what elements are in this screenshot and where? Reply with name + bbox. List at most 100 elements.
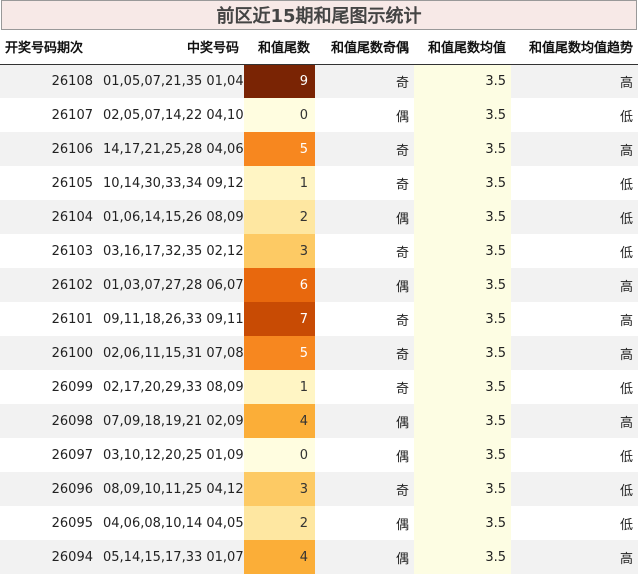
cell-trend: 高 (619, 415, 633, 431)
cell-numbers: 03,10,12,20,25 01,09 (103, 447, 244, 463)
cell-trend: 高 (619, 347, 633, 363)
cell-parity: 奇 (395, 143, 409, 159)
stats-table: 开奖号码期次 中奖号码 和值尾数 和值尾数奇偶 和值尾数均值 和值尾数均值趋势 … (0, 30, 638, 574)
cell-trend: 高 (619, 143, 633, 159)
cell-mean: 3.5 (414, 98, 511, 132)
cell-issue: 26098 (51, 413, 93, 429)
cell-numbers: 04,06,08,10,14 04,05 (103, 515, 244, 531)
cell-parity: 奇 (395, 381, 409, 397)
cell-parity: 偶 (395, 109, 409, 125)
cell-parity: 偶 (395, 517, 409, 533)
table-row: 26106 14,17,21,25,28 04,06 5 奇 3.5 高 (0, 132, 638, 166)
cell-mean: 3.5 (414, 268, 511, 302)
cell-tail: 7 (244, 302, 315, 336)
cell-issue: 26096 (51, 481, 93, 497)
cell-mean: 3.5 (414, 540, 511, 574)
cell-tail: 5 (244, 132, 315, 166)
header-numbers: 中奖号码 (98, 30, 244, 65)
cell-numbers: 03,16,17,32,35 02,12 (103, 243, 244, 259)
cell-parity: 奇 (395, 75, 409, 91)
cell-issue: 26105 (51, 175, 93, 191)
cell-parity: 奇 (395, 483, 409, 499)
cell-numbers: 01,06,14,15,26 08,09 (103, 209, 244, 225)
cell-parity: 奇 (395, 245, 409, 261)
cell-trend: 低 (619, 381, 633, 397)
cell-tail: 0 (244, 98, 315, 132)
cell-parity: 奇 (395, 347, 409, 363)
header-trend: 和值尾数均值趋势 (511, 30, 638, 65)
cell-numbers: 02,06,11,15,31 07,08 (103, 345, 244, 361)
cell-tail: 4 (244, 404, 315, 438)
cell-issue: 26103 (51, 243, 93, 259)
cell-trend: 高 (619, 551, 633, 567)
cell-numbers: 02,05,07,14,22 04,10 (103, 107, 244, 123)
table-row: 26104 01,06,14,15,26 08,09 2 偶 3.5 低 (0, 200, 638, 234)
cell-mean: 3.5 (414, 166, 511, 200)
cell-tail: 3 (244, 234, 315, 268)
table-row: 26095 04,06,08,10,14 04,05 2 偶 3.5 低 (0, 506, 638, 540)
table-row: 26094 05,14,15,17,33 01,07 4 偶 3.5 高 (0, 540, 638, 574)
cell-trend: 高 (619, 279, 633, 295)
cell-parity: 偶 (395, 279, 409, 295)
cell-tail: 9 (244, 64, 315, 98)
cell-parity: 偶 (395, 211, 409, 227)
cell-tail: 0 (244, 438, 315, 472)
cell-tail: 5 (244, 336, 315, 370)
cell-mean: 3.5 (414, 506, 511, 540)
cell-tail: 3 (244, 472, 315, 506)
cell-tail: 1 (244, 166, 315, 200)
header-tail: 和值尾数 (244, 30, 315, 65)
cell-tail: 1 (244, 370, 315, 404)
cell-issue: 26094 (51, 549, 93, 565)
cell-mean: 3.5 (414, 64, 511, 98)
cell-trend: 低 (619, 449, 633, 465)
cell-issue: 26102 (51, 277, 93, 293)
cell-parity: 偶 (395, 415, 409, 431)
header-parity: 和值尾数奇偶 (315, 30, 414, 65)
table-row: 26103 03,16,17,32,35 02,12 3 奇 3.5 低 (0, 234, 638, 268)
cell-trend: 高 (619, 75, 633, 91)
table-row: 26099 02,17,20,29,33 08,09 1 奇 3.5 低 (0, 370, 638, 404)
table-row: 26105 10,14,30,33,34 09,12 1 奇 3.5 低 (0, 166, 638, 200)
chart-frame: 前区近15期和尾图示统计 开奖号码期次 中奖号码 和值尾数 和值尾数奇偶 和值尾… (0, 0, 638, 576)
cell-tail: 4 (244, 540, 315, 574)
cell-trend: 低 (619, 177, 633, 193)
cell-issue: 26101 (51, 311, 93, 327)
cell-trend: 低 (619, 211, 633, 227)
cell-parity: 偶 (395, 551, 409, 567)
table-row: 26098 07,09,18,19,21 02,09 4 偶 3.5 高 (0, 404, 638, 438)
cell-issue: 26106 (51, 141, 93, 157)
cell-mean: 3.5 (414, 404, 511, 438)
cell-mean: 3.5 (414, 132, 511, 166)
table-row: 26101 09,11,18,26,33 09,11 7 奇 3.5 高 (0, 302, 638, 336)
cell-mean: 3.5 (414, 336, 511, 370)
cell-trend: 低 (619, 483, 633, 499)
table-row: 26102 01,03,07,27,28 06,07 6 偶 3.5 高 (0, 268, 638, 302)
cell-numbers: 09,11,18,26,33 09,11 (103, 311, 244, 327)
cell-parity: 奇 (395, 313, 409, 329)
cell-mean: 3.5 (414, 438, 511, 472)
cell-numbers: 10,14,30,33,34 09,12 (103, 175, 244, 191)
cell-numbers: 08,09,10,11,25 04,12 (103, 481, 244, 497)
cell-numbers: 01,03,07,27,28 06,07 (103, 277, 244, 293)
cell-numbers: 02,17,20,29,33 08,09 (103, 379, 244, 395)
table-row: 26100 02,06,11,15,31 07,08 5 奇 3.5 高 (0, 336, 638, 370)
cell-mean: 3.5 (414, 234, 511, 268)
cell-issue: 26099 (51, 379, 93, 395)
cell-numbers: 01,05,07,21,35 01,04 (103, 73, 244, 89)
cell-tail: 2 (244, 200, 315, 234)
cell-mean: 3.5 (414, 370, 511, 404)
cell-numbers: 07,09,18,19,21 02,09 (103, 413, 244, 429)
table-row: 26096 08,09,10,11,25 04,12 3 奇 3.5 低 (0, 472, 638, 506)
cell-trend: 低 (619, 517, 633, 533)
cell-mean: 3.5 (414, 200, 511, 234)
cell-issue: 26097 (51, 447, 93, 463)
cell-numbers: 05,14,15,17,33 01,07 (103, 549, 244, 565)
cell-parity: 奇 (395, 177, 409, 193)
cell-trend: 低 (619, 245, 633, 261)
cell-tail: 6 (244, 268, 315, 302)
table-row: 26107 02,05,07,14,22 04,10 0 偶 3.5 低 (0, 98, 638, 132)
cell-issue: 26095 (51, 515, 93, 531)
header-mean: 和值尾数均值 (414, 30, 511, 65)
cell-mean: 3.5 (414, 472, 511, 506)
